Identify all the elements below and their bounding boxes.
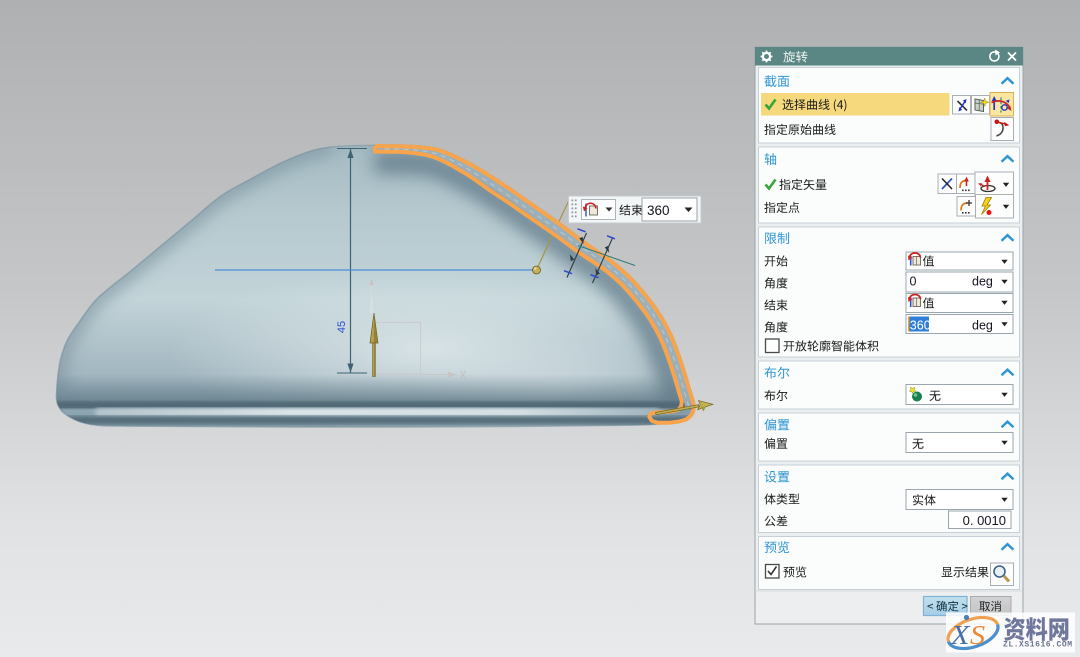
svg-text:deg: deg: [972, 275, 993, 289]
svg-text:ZL.XS1616.COM: ZL.XS1616.COM: [1003, 641, 1073, 650]
svg-text:deg: deg: [972, 319, 993, 333]
svg-text:0: 0: [910, 275, 917, 289]
svg-text:360: 360: [647, 203, 670, 218]
svg-text:360: 360: [910, 319, 931, 333]
svg-text:X: X: [950, 620, 971, 650]
svg-text:45: 45: [336, 321, 348, 333]
svg-text:S: S: [970, 620, 985, 650]
svg-text:0. 0010: 0. 0010: [963, 513, 1006, 528]
